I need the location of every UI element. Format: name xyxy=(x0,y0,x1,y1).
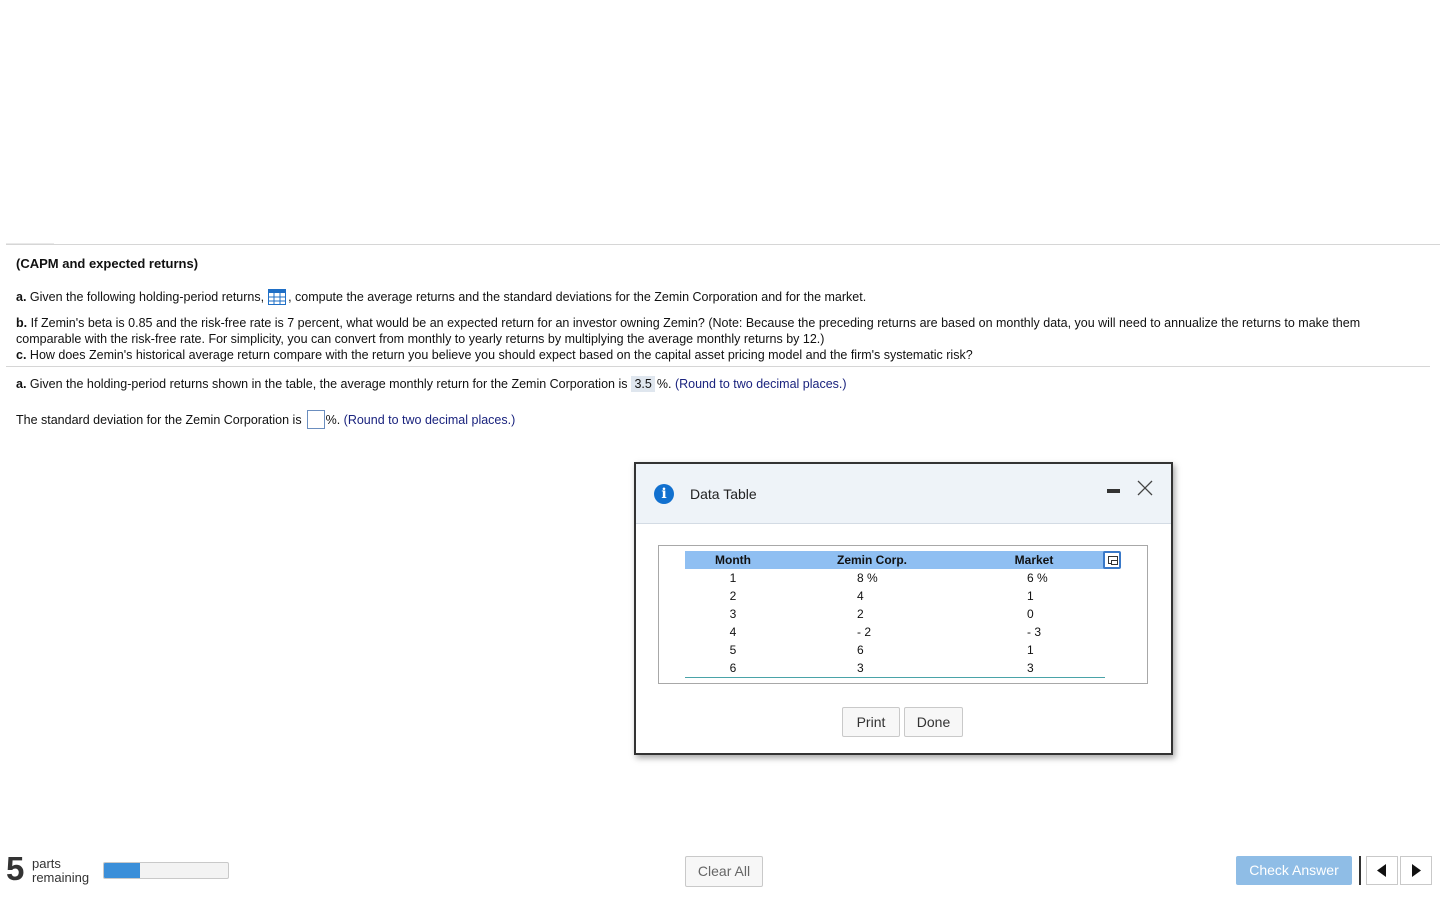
answer-sd-line: The standard deviation for the Zemin Cor… xyxy=(16,410,515,429)
market-value: 1 xyxy=(1027,589,1034,603)
progress-fill xyxy=(104,863,140,878)
market-cell: 1 xyxy=(963,587,1105,605)
part-a-text: Given the following holding-period retur… xyxy=(29,290,265,304)
answer-a-label: a. xyxy=(16,377,27,391)
market-cell: 3 xyxy=(963,659,1105,678)
part-a-text-end: , compute the average returns and the st… xyxy=(288,290,867,304)
market-cell: 6 % xyxy=(963,569,1105,587)
zemin-cell: 4 xyxy=(781,587,963,605)
holding-period-returns-table: Month Zemin Corp. Market 1 8 % 6 % 2 4 1… xyxy=(685,551,1105,678)
answer-a-line: a. Given the holding-period returns show… xyxy=(16,376,847,392)
zemin-cell: 3 xyxy=(781,659,963,678)
close-icon[interactable] xyxy=(1135,478,1155,498)
zemin-cell: - 2 xyxy=(781,623,963,641)
zemin-cell: 8 % xyxy=(781,569,963,587)
parts-remaining-label: parts remaining xyxy=(32,857,89,885)
part-a-prompt: a. Given the following holding-period re… xyxy=(16,289,1426,309)
dialog-title: Data Table xyxy=(690,486,757,502)
month-cell: 1 xyxy=(729,571,737,585)
table-row: 5 6 1 xyxy=(685,641,1105,659)
month-cell: 3 xyxy=(729,607,737,621)
info-icon: i xyxy=(654,484,674,504)
avg-return-hint: (Round to two decimal places.) xyxy=(674,377,847,391)
grid-table-icon[interactable] xyxy=(268,289,287,309)
zemin-value: 2 xyxy=(857,607,864,621)
avg-return-text: Given the holding-period returns shown i… xyxy=(29,377,628,391)
avg-return-unit: %. xyxy=(656,377,672,391)
nav-divider xyxy=(1359,856,1361,885)
part-c-label: c. xyxy=(16,348,27,362)
question-title: (CAPM and expected returns) xyxy=(16,256,199,271)
market-cell: 0 xyxy=(963,605,1105,623)
done-button[interactable]: Done xyxy=(904,707,963,737)
market-value: 1 xyxy=(1027,643,1034,657)
triangle-left-icon xyxy=(1377,864,1386,877)
part-b-label: b. xyxy=(16,316,28,330)
part-b-text: If Zemin's beta is 0.85 and the risk-fre… xyxy=(16,316,1361,346)
triangle-right-icon xyxy=(1412,864,1421,877)
market-value: 0 xyxy=(1027,607,1034,621)
progress-bar xyxy=(103,862,229,879)
table-row: 1 8 % 6 % xyxy=(685,569,1105,587)
market-cell: - 3 xyxy=(963,623,1105,641)
column-header-zemin: Zemin Corp. xyxy=(781,551,963,569)
std-dev-input[interactable] xyxy=(306,410,325,429)
month-cell: 2 xyxy=(729,589,737,603)
column-header-market: Market xyxy=(963,551,1105,569)
table-row: 3 2 0 xyxy=(685,605,1105,623)
parts-label-line2: remaining xyxy=(32,870,90,885)
zemin-value: 8 % xyxy=(857,571,878,585)
data-table-frame: Month Zemin Corp. Market 1 8 % 6 % 2 4 1… xyxy=(658,545,1148,684)
parts-label-line1: parts xyxy=(32,856,61,871)
table-row: 2 4 1 xyxy=(685,587,1105,605)
copy-table-icon[interactable] xyxy=(1103,551,1121,569)
zemin-cell: 6 xyxy=(781,641,963,659)
top-divider xyxy=(6,244,1440,245)
market-cell: 1 xyxy=(963,641,1105,659)
table-row: 4 - 2 - 3 xyxy=(685,623,1105,641)
market-value: 3 xyxy=(1027,661,1034,675)
previous-button[interactable] xyxy=(1366,856,1398,885)
table-header-row: Month Zemin Corp. Market xyxy=(685,551,1105,569)
table-row: 6 3 3 xyxy=(685,659,1105,678)
std-dev-hint: (Round to two decimal places.) xyxy=(343,413,516,427)
zemin-value: 6 xyxy=(857,643,864,657)
month-cell: 6 xyxy=(685,659,781,678)
clear-all-button[interactable]: Clear All xyxy=(685,856,763,887)
zemin-value: 4 xyxy=(857,589,864,603)
zemin-cell: 2 xyxy=(781,605,963,623)
market-value: - 3 xyxy=(1027,625,1042,639)
part-b-prompt: b. If Zemin's beta is 0.85 and the risk-… xyxy=(16,315,1426,347)
avg-return-answer[interactable]: 3.5 xyxy=(631,376,655,392)
parts-remaining-count: 5 xyxy=(6,850,25,887)
data-table-dialog: i Data Table Month Zemin Corp. Market 1 … xyxy=(634,462,1173,755)
std-dev-unit: %. xyxy=(325,413,341,427)
part-c-prompt: c. How does Zemin's historical average r… xyxy=(16,347,1426,363)
dialog-header[interactable]: i Data Table xyxy=(636,464,1171,524)
part-c-text: How does Zemin's historical average retu… xyxy=(29,348,973,362)
answer-divider xyxy=(6,366,1430,367)
minimize-icon[interactable] xyxy=(1107,489,1120,493)
question-body: a. Given the following holding-period re… xyxy=(16,289,1426,363)
next-button[interactable] xyxy=(1400,856,1432,885)
month-cell: 4 xyxy=(729,625,737,639)
column-header-month: Month xyxy=(685,551,781,569)
std-dev-text: The standard deviation for the Zemin Cor… xyxy=(16,413,302,427)
zemin-value: - 2 xyxy=(857,625,872,639)
zemin-value: 3 xyxy=(857,661,864,675)
print-button[interactable]: Print xyxy=(842,707,900,737)
part-a-label: a. xyxy=(16,290,27,304)
market-value: 6 % xyxy=(1027,571,1048,585)
check-answer-button[interactable]: Check Answer xyxy=(1236,856,1352,885)
month-cell: 5 xyxy=(729,643,737,657)
